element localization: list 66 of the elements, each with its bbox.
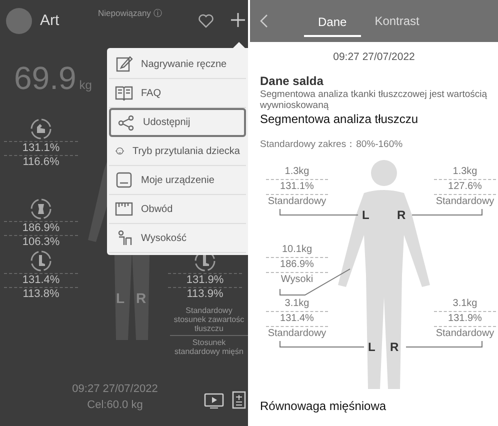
segment-rating: Standardowy [434, 326, 496, 341]
fat-ratio: 186.9% [4, 221, 78, 234]
segment-rating: Wysoki [280, 272, 314, 287]
report-icon[interactable] [232, 391, 246, 409]
segment-percent: 131.1% [266, 180, 328, 195]
measurement-date: 09:27 27/07/2022 [332, 51, 416, 63]
side-label: L [368, 340, 376, 354]
segment-rating: Standardowy [266, 194, 328, 209]
standard-range: Standardowy zakres：80%-160% [260, 138, 404, 151]
muscle-ratio: 116.6% [4, 155, 78, 168]
segment-mass: 10.1kg [266, 242, 328, 258]
back-icon[interactable] [260, 14, 268, 28]
analysis-heading: Segmentowa analiza tłuszczu [260, 112, 420, 126]
leader-line [280, 268, 350, 296]
book-icon [115, 84, 133, 102]
segment-rating: Standardowy [266, 326, 328, 341]
measurement-time: 09:27 27/07/2022 [72, 383, 158, 395]
tab[interactable]: Dane [304, 11, 361, 37]
menu-item[interactable]: Nagrywanie ręczne [109, 50, 246, 79]
legend-text: Standardowy stosunek zawartośc tłuszczu [172, 306, 246, 333]
video-icon[interactable] [204, 393, 224, 409]
segment-rating: Standardowy [434, 194, 496, 209]
section-title: Dane salda [260, 74, 324, 88]
edit-icon [115, 55, 133, 73]
fat-ratio: 131.1% [4, 141, 78, 154]
share-icon [117, 114, 135, 132]
side-label: R [397, 208, 406, 222]
tab[interactable]: Kontrast [360, 10, 434, 32]
segment-percent: 127.6% [434, 180, 496, 195]
connection-status: Niepowiązany ⓘ [98, 8, 162, 20]
segment-mass: 1.3kg [434, 164, 496, 180]
menu-item[interactable]: FAQ [109, 79, 246, 108]
menu-item[interactable]: Moje urządzenie [109, 166, 246, 195]
leader-line [412, 208, 482, 216]
side-label: L [362, 208, 370, 222]
note-text: Segmentowa analiza tkanki tłuszczowej jest wartością wywnioskowaną [260, 90, 488, 112]
segment-mass: 1.3kg [266, 164, 328, 180]
leg-icon [30, 250, 52, 272]
legend-text: Stosunek standardowy mięśn [170, 335, 248, 356]
segment-percent: 186.9% [266, 258, 328, 273]
ruler-icon [115, 200, 133, 218]
menu-item[interactable]: Tryb przytulania dziecka [109, 137, 246, 166]
section-title: Równowaga mięśniowa [260, 398, 388, 413]
segment-mass: 3.1kg [434, 296, 496, 312]
segment-percent: 131.4% [266, 312, 328, 327]
segment-mass: 3.1kg [266, 296, 328, 312]
torso-icon [30, 198, 52, 220]
side-label: R [136, 290, 146, 306]
user-name: Art [40, 12, 60, 29]
muscle-ratio: 106.3% [4, 235, 78, 248]
muscle-ratio: 113.8% [4, 287, 78, 300]
fat-ratio: 131.4% [4, 273, 78, 286]
menu-item[interactable]: Udostępnij [109, 108, 246, 137]
side-label: R [390, 340, 399, 354]
goal-weight: Cel:60.0 kg [87, 399, 143, 411]
side-label: L [116, 290, 125, 306]
add-icon[interactable] [231, 13, 245, 27]
device-icon [115, 171, 133, 189]
menu-item[interactable]: Obwód [109, 195, 246, 224]
arm-icon [30, 118, 52, 140]
heart-icon[interactable] [198, 14, 214, 28]
segment-percent: 131.9% [434, 312, 496, 327]
weight-value: 69.9 kg [14, 60, 92, 97]
muscle-ratio: 113.9% [168, 287, 242, 300]
fat-ratio: 131.9% [168, 273, 242, 286]
menu-item[interactable]: Wysokość [109, 224, 246, 253]
